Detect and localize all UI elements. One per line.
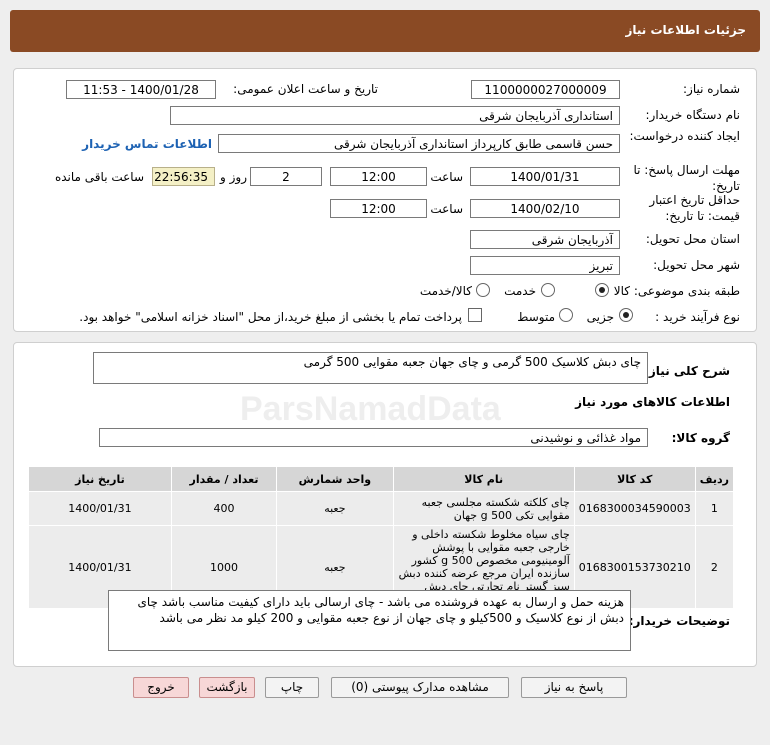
buyer-notes-field: هزینه حمل و ارسال به عهده فروشنده می باش… (108, 590, 631, 651)
print-button[interactable]: چاپ (265, 677, 319, 698)
process-medium-radio[interactable] (559, 308, 573, 322)
category-service-radio[interactable] (541, 283, 555, 297)
category-label: طبقه بندی موضوعی: (633, 284, 740, 298)
page-header: جزئیات اطلاعات نیاز (10, 10, 760, 52)
validity-time-field: 12:00 (330, 199, 427, 218)
col-row-header: ردیف (694, 466, 735, 492)
row-index: 1 (694, 491, 735, 526)
category-goods-service-radio[interactable] (476, 283, 490, 297)
process-minor-label: جزیی (586, 310, 614, 324)
buyer-org-field: استانداری آذربایجان شرقی (170, 106, 620, 125)
treasury-payment-checkbox[interactable] (468, 308, 482, 322)
need-number-field: 1100000027000009 (471, 80, 620, 99)
col-date-header: تاریخ نیاز (28, 466, 172, 492)
province-field: آذربایجان شرقی (470, 230, 620, 249)
buyer-notes-label: توضیحات خریدار: (628, 614, 730, 628)
creator-label: ایجاد کننده درخواست: (629, 129, 740, 143)
table-row: 1 0168300034590003 چای کلکته شکسته مجلسی… (28, 491, 735, 526)
col-qty-header: تعداد / مقدار (170, 466, 278, 492)
row-date: 1400/01/31 (28, 491, 172, 526)
creator-field: حسن قاسمی طابق کارپرداز استانداری آذربای… (218, 134, 620, 153)
goods-info-title: اطلاعات کالاهای مورد نیاز (575, 395, 730, 409)
need-number-label: شماره نیاز: (683, 82, 740, 96)
col-unit-header: واحد شمارش (276, 466, 394, 492)
goods-group-field: مواد غذائی و نوشیدنی (99, 428, 648, 447)
row-unit: جعبه (276, 491, 394, 526)
buyer-contact-link[interactable]: اطلاعات تماس خریدار (82, 137, 212, 151)
exit-button[interactable]: خروج (133, 677, 189, 698)
province-label: استان محل تحویل: (645, 232, 740, 246)
summary-label: شرح کلی نیاز: (644, 364, 730, 378)
row-code: 0168300034590003 (573, 491, 696, 526)
treasury-payment-note: پرداخت تمام یا بخشی از مبلغ خرید،از محل … (79, 310, 462, 324)
validity-date-field: 1400/02/10 (470, 199, 620, 218)
remaining-time-field: 22:56:35 (152, 167, 215, 186)
row-qty: 400 (170, 491, 278, 526)
remaining-time-label: ساعت باقی مانده (54, 170, 144, 184)
process-label: نوع فرآیند خرید : (655, 310, 740, 324)
process-medium-label: متوسط (517, 310, 555, 324)
goods-group-label: گروه کالا: (671, 431, 730, 445)
deadline-time-field: 12:00 (330, 167, 427, 186)
goods-table-header: ردیف کد کالا نام کالا واحد شمارش تعداد /… (28, 466, 735, 492)
deadline-time-label: ساعت (430, 170, 463, 184)
buyer-org-label: نام دستگاه خریدار: (645, 108, 741, 122)
validity-label: حداقل تاریخ اعتبار قیمت: تا تاریخ: (649, 193, 740, 223)
city-field: تبریز (470, 256, 620, 275)
deadline-date-field: 1400/01/31 (470, 167, 620, 186)
row-index: 2 (694, 525, 735, 609)
category-goods-label: کالا (613, 284, 630, 298)
category-goods-radio[interactable] (595, 283, 609, 297)
announce-date-label: تاریخ و ساعت اعلان عمومی: (233, 82, 378, 96)
city-label: شهر محل تحویل: (653, 258, 740, 272)
category-goods-service-label: کالا/خدمت (419, 284, 472, 298)
attachments-button[interactable]: مشاهده مدارک پیوستی (0) (331, 677, 509, 698)
row-name: چای کلکته شکسته مجلسی جعبه مقوایی تکی 50… (392, 491, 575, 526)
deadline-label: مهلت ارسال پاسخ: تا تاریخ: (633, 163, 740, 193)
back-button[interactable]: بازگشت (199, 677, 255, 698)
validity-time-label: ساعت (430, 202, 463, 216)
category-service-label: خدمت (504, 284, 536, 298)
col-code-header: کد کالا (573, 466, 696, 492)
process-minor-radio[interactable] (619, 308, 633, 322)
goods-table: ردیف کد کالا نام کالا واحد شمارش تعداد /… (28, 466, 735, 609)
col-name-header: نام کالا (392, 466, 575, 492)
page-title: جزئیات اطلاعات نیاز (625, 23, 746, 37)
days-label: روز و (220, 170, 247, 184)
announce-date-field: 1400/01/28 - 11:53 (66, 80, 216, 99)
summary-field: چای دبش کلاسیک 500 گرمی و چای جهان جعبه … (93, 352, 648, 384)
days-field: 2 (250, 167, 322, 186)
reply-button[interactable]: پاسخ به نیاز (521, 677, 627, 698)
